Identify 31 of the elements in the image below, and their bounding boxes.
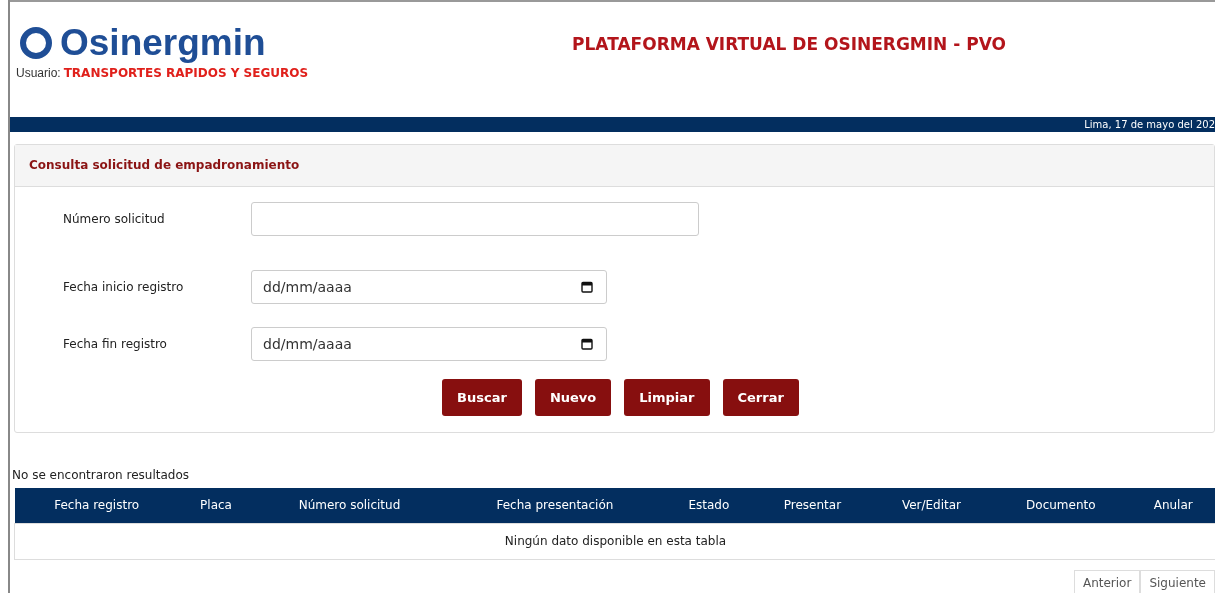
column-header: Anular [1129,488,1215,523]
column-header: Fecha registro [14,488,179,523]
action-button[interactable]: Buscar [442,379,522,416]
pagination-button[interactable]: Anterior [1073,569,1141,593]
column-header: Número solicitud [253,488,446,523]
logo-text: Osinergmin [60,22,266,64]
column-header: Fecha presentación [445,488,665,523]
card-title: Consulta solicitud de empadronamiento [15,145,1214,187]
column-header: Estado [664,488,754,523]
input-field[interactable] [251,202,699,236]
field-label: Número solicitud [62,212,166,226]
field-label: Fecha inicio registro [62,279,185,294]
column-header: Placa [178,488,254,523]
date-field[interactable]: dd/mm/aaaa [251,269,607,304]
page-title: PLATAFORMA VIRTUAL DE OSINERGMIN - PVO [571,33,1006,56]
date-field[interactable]: dd/mm/aaaa [251,326,607,361]
user-name: TRANSPORTES RAPIDOS Y SEGUROS [63,66,309,80]
action-button[interactable]: Nuevo [534,379,612,416]
results-message: No se encontraron resultados [11,468,191,482]
column-header: Presentar [753,488,872,523]
calendar-icon[interactable] [581,337,593,350]
calendar-icon[interactable] [581,280,593,293]
date-bar: Lima, 17 de mayo del 202 [10,117,1215,132]
pagination-button[interactable]: Siguiente [1140,569,1215,593]
column-header: Documento [991,488,1130,523]
empty-table-message: Ningún dato disponible en esta tabla [14,523,1215,559]
action-button[interactable]: Cerrar [722,379,799,416]
field-label: Fecha fin registro [62,336,168,351]
action-button[interactable]: Limpiar [624,379,710,416]
user-label: Usuario: [16,66,61,80]
column-header: Ver/Editar [871,488,992,523]
